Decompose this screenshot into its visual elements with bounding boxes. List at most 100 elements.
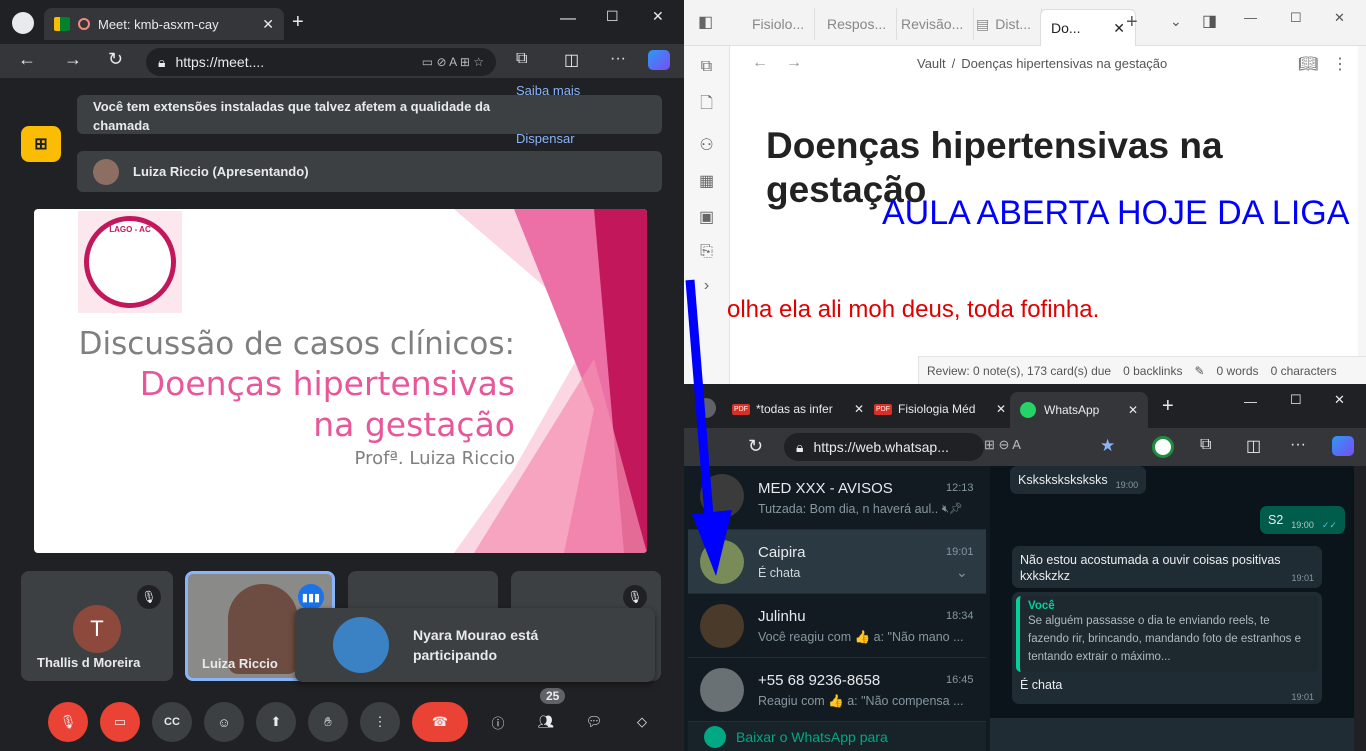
calendar-icon[interactable]: ▣ <box>699 207 714 227</box>
copilot-icon[interactable] <box>1332 436 1354 456</box>
activities-toolbar-icon[interactable]: ◇ <box>622 702 662 742</box>
obs-tab-label: Fisiolo... <box>752 16 805 32</box>
message-outgoing[interactable]: S2 19:00 ✓✓ <box>1260 506 1345 534</box>
close-window-icon[interactable]: ✕ <box>1334 10 1345 26</box>
chat-item-julinhu[interactable]: Julinhu 18:34 Você reagiu com 👍 a: "Não … <box>688 594 986 658</box>
meeting-info-icon[interactable]: ⓘ <box>478 702 518 742</box>
meet-toolbar: ← → ↻ 🔒︎ https://meet.... ▭ ⊘ A ⊞ ☆ ⧉ ◫ … <box>0 44 684 78</box>
copilot-icon[interactable] <box>648 50 670 70</box>
breadcrumb-root[interactable]: Vault <box>917 56 946 71</box>
edit-icon[interactable]: ✎ <box>1194 364 1204 378</box>
extensions-icon[interactable]: ⧉ <box>1200 436 1211 454</box>
tab-close-icon[interactable]: ✕ <box>1113 20 1125 37</box>
obs-tab-label: Do... <box>1051 20 1081 36</box>
captions-button[interactable]: CC <box>152 702 192 742</box>
breadcrumb-page[interactable]: Doenças hipertensivas na gestação <box>961 56 1167 71</box>
message-reply[interactable]: Você Se alguém passasse o dia te enviand… <box>1012 592 1322 704</box>
tab-close-icon[interactable]: ✕ <box>262 16 274 33</box>
minimize-icon[interactable]: — <box>1244 10 1257 25</box>
switcher-icon[interactable]: ⧉ <box>701 58 712 76</box>
more-options-icon[interactable]: ⋮ <box>1332 54 1348 74</box>
download-banner[interactable]: Baixar o WhatsApp para <box>688 722 986 751</box>
canvas-icon[interactable]: ▦ <box>699 171 714 191</box>
page-scrollbar[interactable] <box>1354 466 1366 751</box>
reading-view-icon[interactable]: 📖︎ <box>1298 54 1318 74</box>
obs-tab-active[interactable]: Do... ✕ <box>1040 9 1136 46</box>
wa-tab-2[interactable]: PDF Fisiologia Méd ✕ <box>874 394 1006 424</box>
favorite-star-icon[interactable]: ★ <box>1100 436 1115 456</box>
extensions-icon[interactable]: ⧉ <box>516 50 527 68</box>
message-incoming[interactable]: Não estou acostumada a ouvir coisas posi… <box>1012 546 1322 588</box>
participant-tile-thallis[interactable]: T 🎙︎ Thallis d Moreira <box>21 571 173 681</box>
extension-icon[interactable] <box>1152 436 1174 458</box>
menu-icon[interactable]: ··· <box>1290 436 1306 454</box>
right-sidebar-icon[interactable]: ◨ <box>1202 11 1217 31</box>
minimize-icon[interactable]: — <box>1244 394 1257 409</box>
emoji-button[interactable]: ☺ <box>204 702 244 742</box>
close-window-icon[interactable]: ✕ <box>1334 392 1345 408</box>
graph-icon[interactable]: ⚇ <box>699 135 713 155</box>
message-text: Ksksksksksksks <box>1018 473 1108 487</box>
camera-off-button[interactable]: ▭ <box>100 702 140 742</box>
mic-off-button[interactable]: 🎙︎ <box>48 702 88 742</box>
raise-hand-button[interactable]: ✋︎ <box>308 702 348 742</box>
status-backlinks[interactable]: 0 backlinks <box>1123 364 1182 378</box>
back-icon[interactable]: ← <box>752 54 768 72</box>
new-tab-icon[interactable]: + <box>1162 395 1174 418</box>
split-screen-icon[interactable]: ◫ <box>1246 436 1261 456</box>
wa-tab-active[interactable]: WhatsApp ✕ <box>1010 392 1148 428</box>
wa-address-bar[interactable]: 🔒︎ https://web.whatsap... <box>784 433 984 461</box>
obs-tab-1[interactable]: Fisiolo... <box>742 8 816 40</box>
forward-icon[interactable]: → <box>64 49 82 70</box>
chevron-down-icon[interactable]: ⌄ <box>956 564 968 581</box>
new-tab-icon[interactable]: + <box>292 11 304 34</box>
wa-tab-1[interactable]: PDF *todas as infer ✕ <box>732 394 864 424</box>
tab-close-icon[interactable]: ✕ <box>996 402 1006 416</box>
activities-icon[interactable]: ⊞ <box>21 126 61 162</box>
minimize-icon[interactable]: — <box>560 10 576 28</box>
tab-close-icon[interactable]: ✕ <box>854 402 864 416</box>
sidebar-toggle-icon[interactable]: ◧ <box>698 12 713 32</box>
message-incoming[interactable]: Ksksksksksksks 19:00 <box>1010 466 1147 494</box>
close-window-icon[interactable]: ✕ <box>652 8 664 25</box>
chat-item-phone[interactable]: +55 68 9236-8658 16:45 Reagiu com 👍 a: "… <box>688 658 986 722</box>
chat-name: +55 68 9236-8658 <box>758 672 881 689</box>
back-icon[interactable]: ← <box>18 49 36 70</box>
status-review[interactable]: Review: 0 note(s), 173 card(s) due <box>927 364 1111 378</box>
address-actions-icon[interactable]: ⊞ ⊖ A <box>984 437 1021 453</box>
obsidian-status-bar: Review: 0 note(s), 173 card(s) due 0 bac… <box>918 356 1366 384</box>
obs-tab-2[interactable]: Respos... <box>817 8 898 40</box>
present-button[interactable]: ⬆ <box>256 702 296 742</box>
compose-bar[interactable] <box>990 718 1366 751</box>
tab-list-icon[interactable]: ⌄ <box>1170 13 1182 30</box>
learn-more-link[interactable]: Saiba mais <box>516 83 580 98</box>
split-screen-icon[interactable]: ◫ <box>564 50 579 70</box>
tab-close-icon[interactable]: ✕ <box>1128 403 1138 417</box>
leave-call-button[interactable]: ☎︎ <box>412 702 468 742</box>
meet-address-bar[interactable]: 🔒︎ https://meet.... ▭ ⊘ A ⊞ ☆ <box>146 48 496 76</box>
maximize-icon[interactable]: ☐ <box>1290 392 1302 408</box>
pdf-icon: PDF <box>874 403 892 415</box>
maximize-icon[interactable]: ☐ <box>606 8 619 25</box>
new-tab-icon[interactable]: + <box>1126 11 1138 34</box>
chat-icon[interactable]: 💬︎ <box>574 702 614 742</box>
obs-tab-3[interactable]: Revisão... <box>891 8 975 40</box>
menu-icon[interactable]: ··· <box>610 50 626 68</box>
scrollbar[interactable] <box>1358 46 1366 356</box>
forward-icon[interactable]: → <box>786 54 802 72</box>
file-search-icon[interactable]: 🗋︎ <box>700 92 713 119</box>
address-actions-icon[interactable]: ▭ ⊘ A ⊞ ☆ <box>422 55 484 69</box>
people-icon[interactable]: 👥︎ 25 <box>526 688 566 742</box>
meet-tab[interactable]: Meet: kmb-asxm-cay ✕ <box>44 8 284 40</box>
more-options-button[interactable]: ⋮ <box>360 702 400 742</box>
dismiss-link[interactable]: Dispensar <box>516 131 575 146</box>
side-controls: ⓘ 👥︎ 25 💬︎ ◇ <box>478 688 662 742</box>
maximize-icon[interactable]: ☐ <box>1290 10 1302 26</box>
toast-text: Nyara Mourao está participando <box>413 627 539 663</box>
obs-tab-4[interactable]: ▤ Dist... <box>966 8 1043 40</box>
reload-icon[interactable]: ↻ <box>748 436 763 457</box>
profile-avatar[interactable] <box>12 12 34 34</box>
quoted-message[interactable]: Você Se alguém passasse o dia te enviand… <box>1016 596 1318 672</box>
copy-icon[interactable]: ⎘ <box>700 243 713 261</box>
reload-icon[interactable]: ↻ <box>108 49 123 70</box>
